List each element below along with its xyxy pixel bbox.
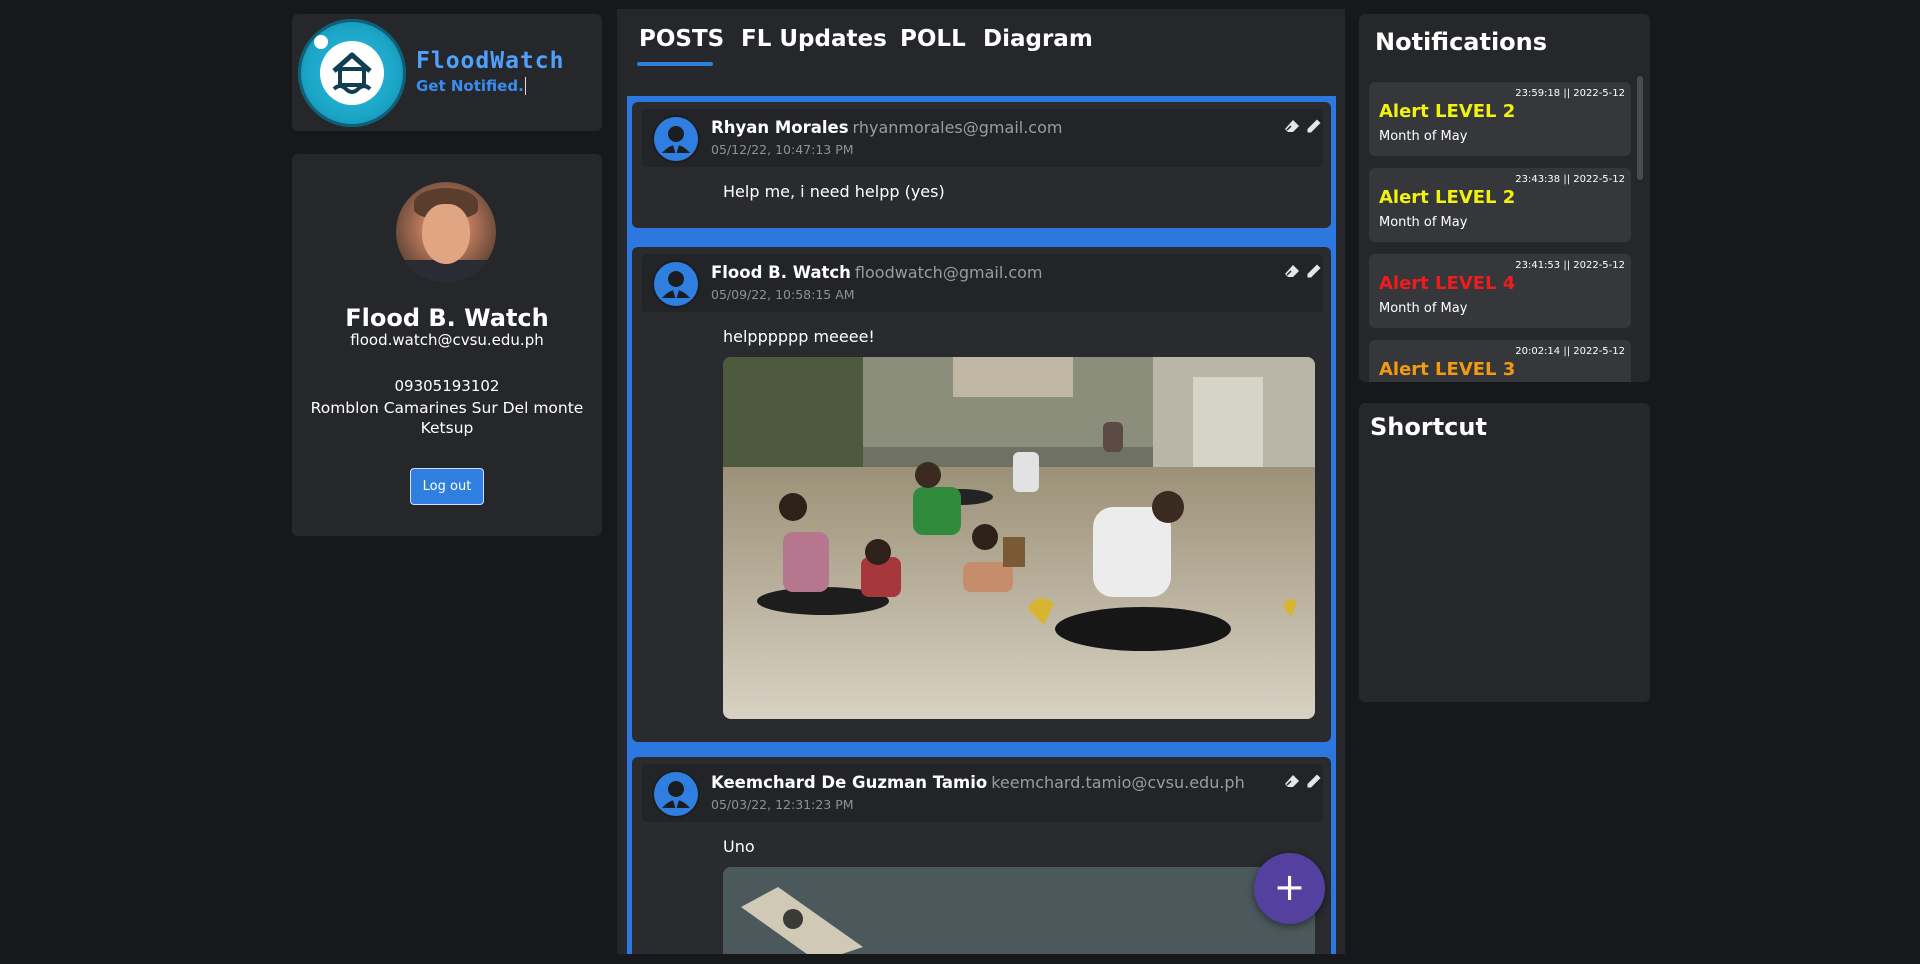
- post-text: helpppppp meeee!: [723, 327, 875, 346]
- notification-time: 23:59:18 || 2022-5-12: [1515, 88, 1625, 99]
- notification-item[interactable]: 23:59:18 || 2022-5-12 Alert LEVEL 2 Mont…: [1369, 82, 1631, 156]
- tab-posts[interactable]: POSTS: [639, 26, 724, 52]
- notifications-scrollbar[interactable]: [1637, 76, 1643, 180]
- shortcut-title: Shortcut: [1370, 413, 1487, 441]
- brand-title: FloodWatch: [416, 48, 565, 74]
- post-header: Flood B. Watch floodwatch@gmail.com 05/09…: [642, 254, 1323, 312]
- feed-panel: POSTS FL Updates POLL Diagram Rhyan Mora…: [617, 9, 1345, 954]
- post-author: Keemchard De Guzman Tamio keemchard.tamio…: [711, 773, 1245, 792]
- logo-house-icon: [320, 41, 384, 105]
- post-author-email: floodwatch@gmail.com: [854, 263, 1043, 282]
- post-date: 05/03/22, 12:31:23 PM: [711, 797, 854, 812]
- notification-item[interactable]: 23:41:53 || 2022-5-12 Alert LEVEL 4 Mont…: [1369, 254, 1631, 328]
- profile-name: Flood B. Watch: [345, 304, 549, 332]
- logout-button[interactable]: Log out: [410, 468, 484, 505]
- edit-pencil-icon[interactable]: [1306, 118, 1322, 134]
- post-text: Help me, i need helpp (yes): [723, 182, 945, 201]
- post-photo[interactable]: [723, 867, 1315, 954]
- flood-photo[interactable]: [723, 357, 1315, 719]
- edit-pencil-icon[interactable]: [1306, 773, 1322, 789]
- profile-email: flood.watch@cvsu.edu.ph: [350, 331, 544, 349]
- post-card: Rhyan Morales rhyanmorales@gmail.com 05/1…: [632, 102, 1331, 228]
- notification-subtitle: Month of May: [1379, 129, 1468, 144]
- tab-poll[interactable]: POLL: [900, 26, 966, 52]
- notification-title: Alert LEVEL 2: [1379, 187, 1516, 208]
- notifications-list[interactable]: 23:59:18 || 2022-5-12 Alert LEVEL 2 Mont…: [1369, 82, 1631, 382]
- profile-address: Romblon Camarines Sur Del monte Ketsup: [310, 399, 584, 437]
- avatar: [396, 182, 496, 282]
- brand-subtitle: Get Notified.: [416, 77, 526, 95]
- post-author: Flood B. Watch floodwatch@gmail.com: [711, 263, 1043, 282]
- notification-subtitle: Month of May: [1379, 301, 1468, 316]
- notifications-card: Notifications 23:59:18 || 2022-5-12 Aler…: [1359, 14, 1650, 382]
- post-header: Keemchard De Guzman Tamio keemchard.tamio…: [642, 764, 1323, 822]
- posts-feed[interactable]: Rhyan Morales rhyanmorales@gmail.com 05/1…: [627, 96, 1336, 954]
- tab-fl-updates[interactable]: FL Updates: [741, 26, 887, 52]
- notifications-title: Notifications: [1375, 28, 1548, 56]
- notification-time: 23:43:38 || 2022-5-12: [1515, 174, 1625, 185]
- edit-pencil-icon[interactable]: [1306, 263, 1322, 279]
- post-card: Keemchard De Guzman Tamio keemchard.tamio…: [632, 757, 1331, 954]
- notification-item[interactable]: 23:43:38 || 2022-5-12 Alert LEVEL 2 Mont…: [1369, 168, 1631, 242]
- notification-time: 23:41:53 || 2022-5-12: [1515, 260, 1625, 271]
- notification-subtitle: Month of May: [1379, 215, 1468, 230]
- floodwatch-logo-icon: [298, 19, 406, 127]
- notification-item[interactable]: 20:02:14 || 2022-5-12 Alert LEVEL 3: [1369, 340, 1631, 382]
- user-avatar-icon: [652, 770, 700, 818]
- profile-phone: 09305193102: [394, 377, 500, 395]
- profile-card: Flood B. Watch flood.watch@cvsu.edu.ph 0…: [292, 154, 602, 536]
- notification-time: 20:02:14 || 2022-5-12: [1515, 346, 1625, 357]
- brand-card: FloodWatch Get Notified.: [292, 14, 602, 131]
- eraser-icon[interactable]: [1284, 773, 1300, 789]
- shortcut-card: Shortcut: [1359, 403, 1650, 702]
- post-date: 05/12/22, 10:47:13 PM: [711, 142, 854, 157]
- tab-diagram[interactable]: Diagram: [983, 26, 1093, 52]
- post-author-email: rhyanmorales@gmail.com: [852, 118, 1063, 137]
- post-date: 05/09/22, 10:58:15 AM: [711, 287, 855, 302]
- eraser-icon[interactable]: [1284, 118, 1300, 134]
- user-avatar-icon: [652, 260, 700, 308]
- notification-title: Alert LEVEL 2: [1379, 101, 1516, 122]
- user-avatar-icon: [652, 115, 700, 163]
- post-author: Rhyan Morales rhyanmorales@gmail.com: [711, 118, 1063, 137]
- active-tab-indicator: [637, 62, 713, 66]
- notification-title: Alert LEVEL 3: [1379, 359, 1516, 380]
- post-card: Flood B. Watch floodwatch@gmail.com 05/09…: [632, 247, 1331, 742]
- eraser-icon[interactable]: [1284, 263, 1300, 279]
- add-post-button[interactable]: +: [1254, 853, 1325, 924]
- post-header: Rhyan Morales rhyanmorales@gmail.com 05/1…: [642, 109, 1323, 167]
- post-author-email: keemchard.tamio@cvsu.edu.ph: [991, 773, 1245, 792]
- notification-title: Alert LEVEL 4: [1379, 273, 1516, 294]
- post-text: Uno: [723, 837, 755, 856]
